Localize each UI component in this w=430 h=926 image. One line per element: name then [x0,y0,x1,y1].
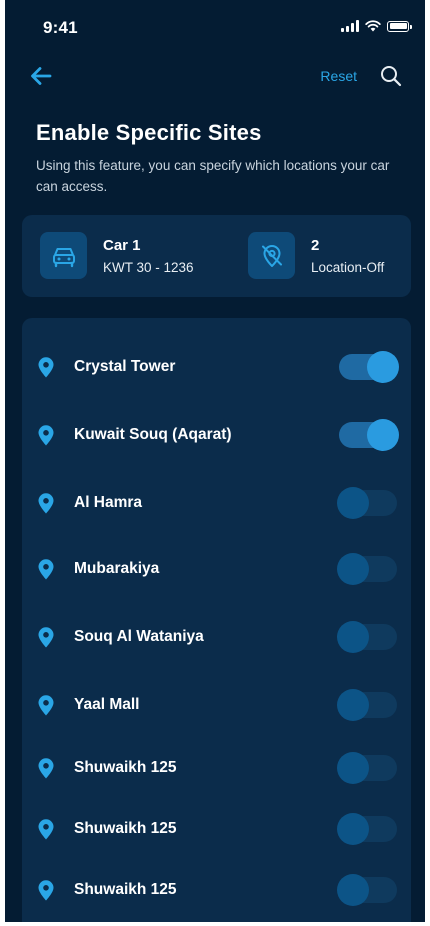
battery-icon [387,20,412,32]
sites-list: Crystal Tower Kuwait Souq (Aqarat) Al Ha… [22,318,411,922]
page-subtitle: Using this feature, you can specify whic… [36,158,390,194]
location-pin-icon [38,695,54,716]
location-pin-icon [38,425,54,446]
list-item[interactable]: Kuwait Souq (Aqarat) [22,415,411,455]
reset-button[interactable]: Reset [320,68,357,84]
signal-icon [341,20,359,32]
site-name: Shuwaikh 125 [74,881,177,898]
location-off-icon-box [248,232,295,279]
status-bar: 9:41 [5,0,425,56]
list-item[interactable]: Shuwaikh 125 [22,870,411,910]
site-toggle[interactable] [337,874,397,906]
site-toggle[interactable] [337,621,397,653]
list-item[interactable]: Shuwaikh 125 [22,748,411,788]
site-name: Yaal Mall [74,696,140,713]
location-pin-icon [38,627,54,648]
status-time: 9:41 [43,18,78,37]
site-name: Souq Al Wataniya [74,628,204,645]
car-icon [52,247,75,267]
location-off-label: Location-Off [311,260,385,275]
site-toggle[interactable] [337,553,397,585]
location-pin-icon [38,880,54,901]
wifi-icon [365,20,381,32]
site-toggle[interactable] [337,689,397,721]
car-plate: KWT 30 - 1236 [103,260,194,275]
site-toggle[interactable] [339,419,399,451]
site-name: Kuwait Souq (Aqarat) [74,426,232,443]
list-item[interactable]: Souq Al Wataniya [22,617,411,657]
search-icon [381,66,402,87]
back-button[interactable] [27,62,55,90]
site-name: Mubarakiya [74,560,160,577]
site-name: Al Hamra [74,494,143,511]
list-item[interactable]: Al Hamra [22,483,411,523]
location-pin-icon [38,819,54,840]
page-title: Enable Specific Sites [36,120,262,145]
site-name: Crystal Tower [74,358,176,375]
site-toggle[interactable] [337,487,397,519]
nav-bar: Reset [5,56,425,96]
site-name: Shuwaikh 125 [74,820,177,837]
location-pin-icon [38,758,54,779]
car-name: Car 1 [103,237,141,254]
location-pin-icon [38,493,54,514]
car-icon-box [40,232,87,279]
location-off-count: 2 [311,237,320,254]
location-pin-icon [38,559,54,580]
list-item[interactable]: Shuwaikh 125 [22,809,411,849]
search-button[interactable] [379,64,403,88]
list-item[interactable]: Mubarakiya [22,549,411,589]
arrow-left-icon [31,67,52,85]
list-item[interactable]: Yaal Mall [22,685,411,725]
site-toggle[interactable] [337,752,397,784]
location-pin-icon [38,357,54,378]
site-toggle[interactable] [339,351,399,383]
app-screen: 9:41 Reset Enable Specific Sites Using t… [5,0,425,922]
list-item[interactable]: Crystal Tower [22,347,411,387]
location-off-icon [261,244,282,267]
status-icons [341,20,412,32]
site-name: Shuwaikh 125 [74,759,177,776]
car-info-card: Car 1 KWT 30 - 1236 2 Location-Off [22,215,411,297]
site-toggle[interactable] [337,813,397,845]
